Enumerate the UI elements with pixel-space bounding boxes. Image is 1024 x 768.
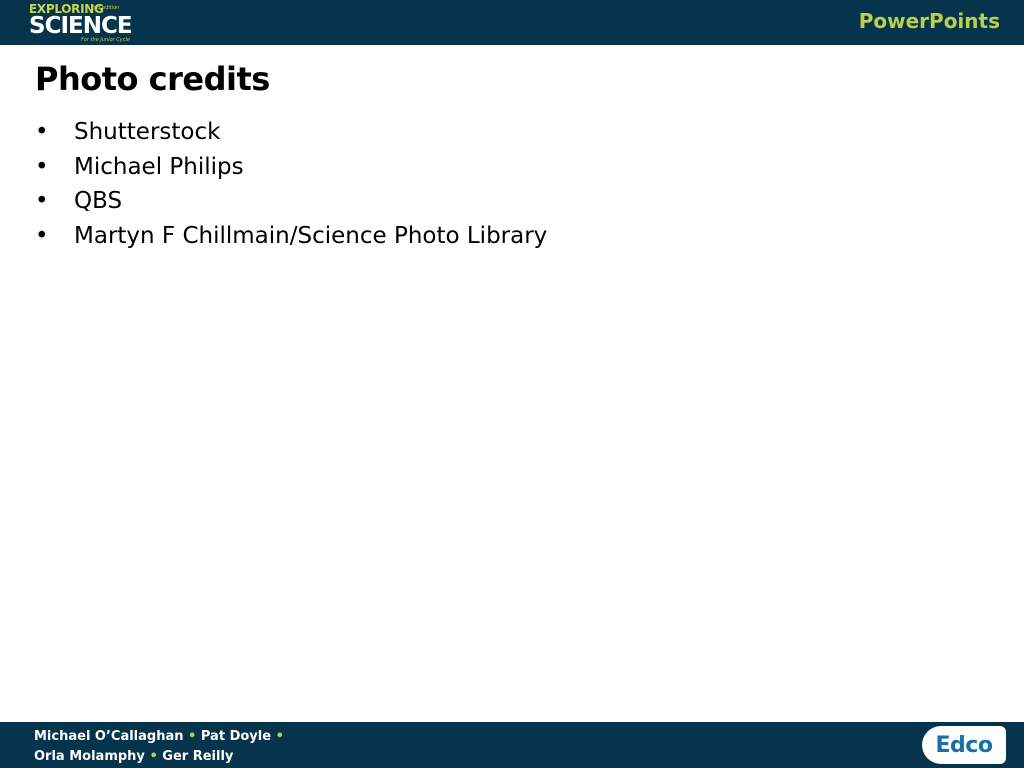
bullet-icon: •	[35, 119, 49, 145]
authors: Michael O’Callaghan • Pat Doyle • Orla M…	[34, 727, 284, 767]
bullet-icon: •	[35, 153, 49, 180]
authors-line1: Michael O’Callaghan • Pat Doyle •	[34, 727, 284, 747]
author-name: Ger Reilly	[162, 749, 234, 764]
author-name: Pat Doyle	[200, 729, 272, 744]
list-item: • Shutterstock	[35, 117, 547, 152]
footer-bar: Michael O’Callaghan • Pat Doyle • Orla M…	[0, 722, 1024, 768]
bullet-icon: •	[35, 188, 49, 214]
credits-list: • Shutterstock • Michael Philips • QBS • Mar…	[35, 117, 547, 255]
credit-text: QBS	[74, 188, 123, 214]
logo-line2: SCIENCE	[29, 13, 133, 39]
credit-text: Martyn F Chillmain/Science Photo Library	[74, 222, 548, 249]
logo-edition: 2nd edition	[91, 5, 120, 11]
bullet-icon: •	[35, 222, 49, 249]
credit-text: Michael Philips	[74, 153, 244, 180]
separator-dot-icon: •	[149, 749, 158, 764]
header-bar: EXPLORING 2nd edition SCIENCE For the Ju…	[0, 0, 1024, 45]
edco-logo: Edco	[922, 726, 1006, 764]
exploring-science-logo: EXPLORING 2nd edition SCIENCE For the Ju…	[29, 2, 139, 44]
list-item: • Martyn F Chillmain/Science Photo Librar…	[35, 221, 547, 256]
separator-dot-icon: •	[188, 729, 197, 744]
list-item: • Michael Philips	[35, 152, 547, 187]
logo-line3: For the Junior Cycle	[81, 37, 130, 43]
powerpoints-brand: PowerPoints	[858, 9, 1000, 33]
author-name: Michael O’Callaghan	[34, 729, 184, 744]
separator-dot-icon: •	[275, 729, 284, 744]
list-item: • QBS	[35, 186, 547, 221]
credit-text: Shutterstock	[74, 119, 221, 145]
authors-line2: Orla Molamphy • Ger Reilly	[34, 747, 284, 767]
author-name: Orla Molamphy	[34, 749, 145, 764]
slide-title: Photo credits	[35, 60, 270, 98]
